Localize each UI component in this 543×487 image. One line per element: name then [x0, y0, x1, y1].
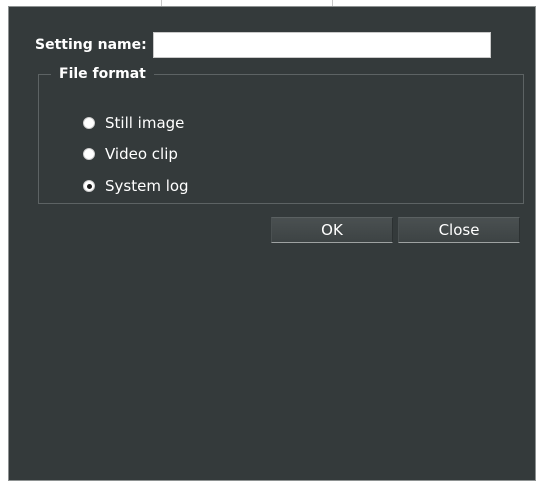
setting-name-input[interactable] [152, 32, 491, 58]
radio-label-video-clip: Video clip [105, 145, 178, 163]
radio-label-system-log: System log [105, 177, 189, 195]
radio-option-system-log[interactable]: System log [83, 177, 189, 195]
close-button[interactable]: Close [398, 217, 520, 243]
file-format-dialog: Setting name: File format Still image Vi… [8, 6, 536, 481]
radio-button[interactable] [83, 117, 95, 129]
ok-button[interactable]: OK [271, 217, 393, 243]
radio-label-still-image: Still image [105, 114, 185, 132]
file-format-group: File format Still image Video clip Syste… [38, 66, 524, 204]
radio-button[interactable] [83, 148, 95, 160]
setting-name-label: Setting name: [35, 37, 147, 53]
file-format-legend: File format [51, 66, 154, 82]
radio-option-still-image[interactable]: Still image [83, 114, 184, 132]
radio-button[interactable] [83, 180, 95, 192]
setting-name-row: Setting name: [35, 31, 491, 59]
radio-option-video-clip[interactable]: Video clip [83, 145, 178, 163]
